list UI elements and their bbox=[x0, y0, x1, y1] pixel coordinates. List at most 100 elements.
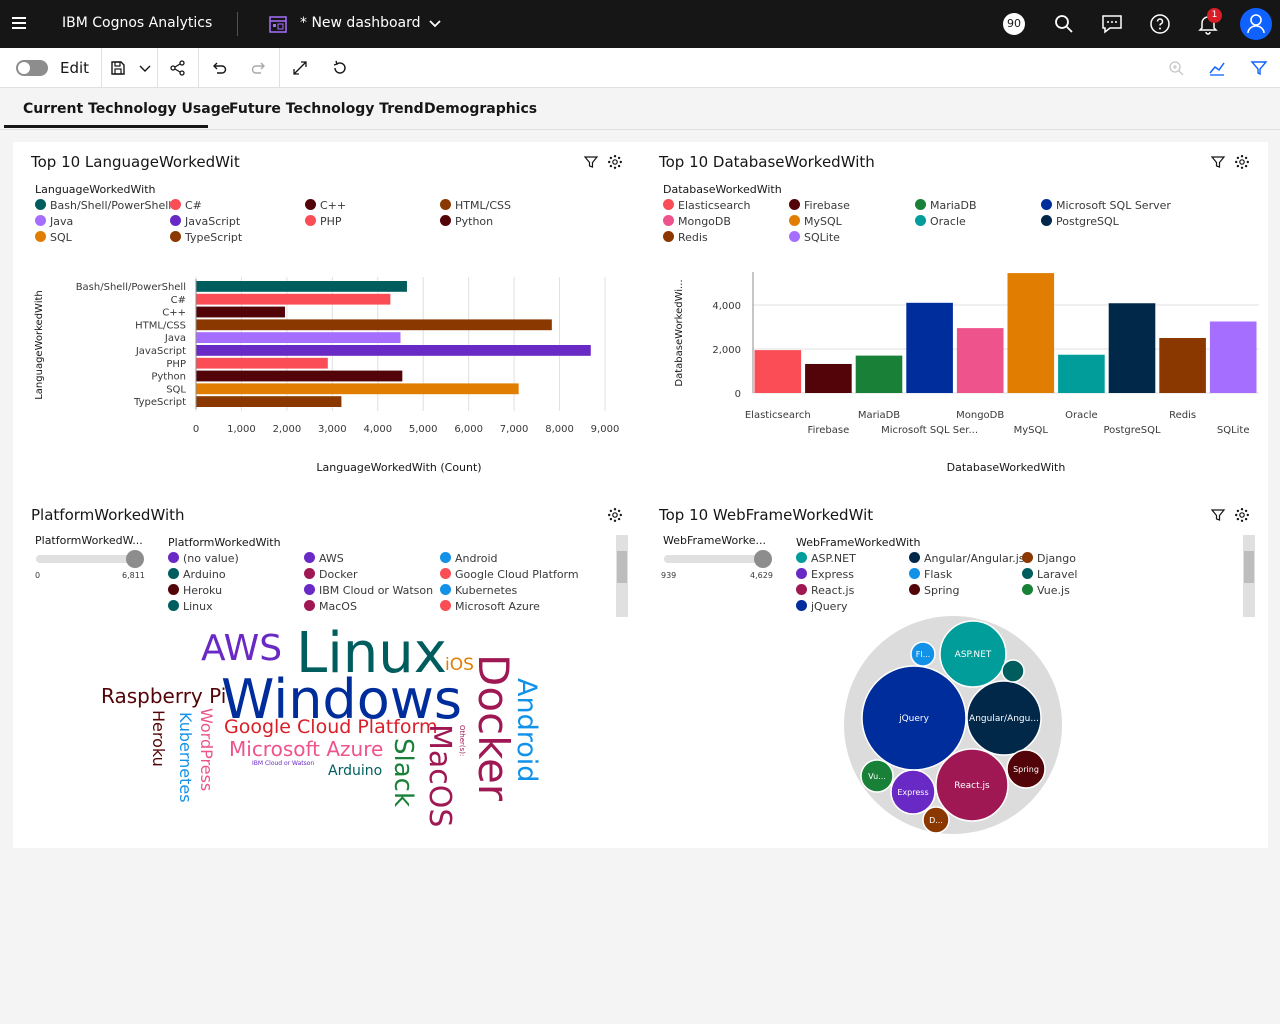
widget-settings-icon[interactable] bbox=[607, 154, 623, 170]
language-legend-item[interactable]: HTML/CSS bbox=[440, 199, 511, 212]
insights-chart-icon[interactable] bbox=[1207, 58, 1227, 78]
count-badge[interactable]: 90 bbox=[1003, 13, 1025, 35]
database-legend-item[interactable]: MariaDB bbox=[915, 199, 977, 212]
legend-swatch bbox=[1022, 552, 1033, 563]
bar bbox=[855, 355, 903, 393]
redo-icon[interactable] bbox=[249, 58, 269, 78]
webframe-legend-item[interactable]: ASP.NET bbox=[796, 552, 856, 565]
filter-icon[interactable] bbox=[1210, 154, 1226, 170]
bubble-label: Angular/Angu... bbox=[969, 714, 1039, 724]
legend-label: Express bbox=[811, 568, 854, 581]
chat-icon[interactable] bbox=[1100, 12, 1124, 36]
database-legend-item[interactable]: SQLite bbox=[789, 231, 840, 244]
legend-label: IBM Cloud or Watson bbox=[319, 584, 434, 597]
database-legend-item[interactable]: Oracle bbox=[915, 215, 966, 228]
filter-icon[interactable] bbox=[1210, 507, 1226, 523]
database-legend-item[interactable]: Microsoft SQL Server bbox=[1041, 199, 1171, 212]
search-icon[interactable] bbox=[1052, 12, 1076, 36]
platform-legend-item[interactable]: Google Cloud Platform bbox=[440, 568, 579, 581]
legend-swatch bbox=[1041, 215, 1052, 226]
platform-legend-item[interactable]: Docker bbox=[304, 568, 358, 581]
help-icon[interactable] bbox=[1148, 12, 1172, 36]
language-legend-item[interactable]: PHP bbox=[305, 215, 342, 228]
language-legend-item[interactable]: TypeScript bbox=[170, 231, 242, 244]
platform-legend-scrollbar[interactable] bbox=[616, 535, 628, 617]
menu-icon[interactable] bbox=[12, 14, 32, 34]
chevron-down-icon[interactable] bbox=[426, 15, 444, 37]
platform-legend-item[interactable]: Android bbox=[440, 552, 498, 565]
bubble-label: React.js bbox=[954, 781, 990, 791]
language-legend-item[interactable]: C++ bbox=[305, 199, 346, 212]
language-bar-chart: 0 1,000 2,000 3,000 4,000 5,000 6,000 7,000 8,00… bbox=[34, 277, 619, 474]
database-legend-item[interactable]: Firebase bbox=[789, 199, 850, 212]
fullscreen-icon[interactable] bbox=[290, 58, 310, 78]
webframe-legend-item[interactable]: Vue.js bbox=[1022, 584, 1070, 597]
x-tick-label: MongoDB bbox=[956, 410, 1004, 421]
x-tick-label: Firebase bbox=[808, 425, 850, 436]
widget-settings-icon[interactable] bbox=[607, 507, 623, 523]
share-icon[interactable] bbox=[168, 58, 188, 78]
webframe-legend-item[interactable]: Express bbox=[796, 568, 854, 581]
zoom-icon[interactable] bbox=[1166, 58, 1186, 78]
legend-swatch bbox=[168, 568, 179, 579]
webframe-legend-item[interactable]: Spring bbox=[909, 584, 960, 597]
tab-demographics[interactable]: Demographics bbox=[424, 101, 537, 117]
widget-settings-icon[interactable] bbox=[1234, 154, 1250, 170]
legend-label: PHP bbox=[320, 215, 342, 228]
legend-swatch bbox=[168, 552, 179, 563]
webframe-legend-title: WebFrameWorkedWith bbox=[796, 536, 921, 549]
language-legend-item[interactable]: C# bbox=[170, 199, 202, 212]
legend-swatch bbox=[663, 215, 674, 226]
webframe-legend-item[interactable]: Flask bbox=[909, 568, 952, 581]
webframe-legend-item[interactable]: Angular/Angular.js bbox=[909, 552, 1025, 565]
save-options-chevron-icon[interactable] bbox=[135, 58, 155, 78]
platform-legend-item[interactable]: (no value) bbox=[168, 552, 239, 565]
dashboard-name[interactable]: * New dashboard bbox=[300, 15, 421, 31]
webframe-legend-item[interactable]: React.js bbox=[796, 584, 854, 597]
language-legend-item[interactable]: Bash/Shell/PowerShell bbox=[35, 199, 171, 212]
platform-legend-item[interactable]: Arduino bbox=[168, 568, 226, 581]
platform-range-slider[interactable] bbox=[36, 555, 140, 563]
platform-legend-item[interactable]: Heroku bbox=[168, 584, 222, 597]
database-legend-title: DatabaseWorkedWith bbox=[663, 183, 782, 196]
database-legend-item[interactable]: Redis bbox=[663, 231, 708, 244]
platform-slider-handle[interactable] bbox=[126, 550, 144, 568]
platform-word-cloud: AWS LinuxiOSDockerAndroidRaspberry PiWind… bbox=[101, 621, 542, 827]
legend-label: Flask bbox=[924, 568, 953, 581]
tab-current-technology-usage[interactable]: Current Technology Usage bbox=[23, 101, 230, 117]
widget-settings-icon[interactable] bbox=[1234, 507, 1250, 523]
x-tick-label: Oracle bbox=[1065, 410, 1098, 421]
dashboard-tabs: Current Technology Usage Future Technolo… bbox=[0, 88, 1280, 130]
bar bbox=[196, 357, 328, 369]
filter-icon[interactable] bbox=[1249, 58, 1269, 78]
legend-swatch bbox=[168, 584, 179, 595]
language-legend-item[interactable]: JavaScript bbox=[170, 215, 240, 228]
platform-legend-item[interactable]: IBM Cloud or Watson bbox=[304, 584, 433, 597]
legend-label: Microsoft SQL Server bbox=[1056, 199, 1171, 212]
reset-icon[interactable] bbox=[330, 58, 350, 78]
database-legend-item[interactable]: PostgreSQL bbox=[1041, 215, 1119, 228]
webframe-legend-scrollbar[interactable] bbox=[1243, 535, 1255, 617]
filter-icon[interactable] bbox=[583, 154, 599, 170]
database-legend-item[interactable]: Elasticsearch bbox=[663, 199, 750, 212]
undo-icon[interactable] bbox=[209, 58, 229, 78]
legend-swatch bbox=[304, 600, 315, 611]
save-icon[interactable] bbox=[108, 58, 128, 78]
database-legend-item[interactable]: MySQL bbox=[789, 215, 842, 228]
legend-swatch bbox=[440, 568, 451, 579]
y-tick-label: C++ bbox=[162, 308, 186, 319]
platform-legend-item[interactable]: Kubernetes bbox=[440, 584, 517, 597]
database-legend-item[interactable]: MongoDB bbox=[663, 215, 731, 228]
platform-legend-item[interactable]: AWS bbox=[304, 552, 344, 565]
legend-swatch bbox=[915, 215, 926, 226]
webframe-legend-item[interactable]: Django bbox=[1022, 552, 1076, 565]
user-avatar[interactable] bbox=[1240, 8, 1272, 40]
language-legend-item[interactable]: Python bbox=[440, 215, 493, 228]
language-legend-item[interactable]: Java bbox=[35, 215, 73, 228]
webframe-legend-item[interactable]: Laravel bbox=[1022, 568, 1077, 581]
edit-mode-toggle[interactable] bbox=[16, 60, 48, 76]
tab-future-technology-trend[interactable]: Future Technology Trend bbox=[229, 101, 424, 117]
webframe-slider-handle[interactable] bbox=[754, 550, 772, 568]
webframe-range-slider[interactable] bbox=[664, 555, 768, 563]
language-legend-item[interactable]: SQL bbox=[35, 231, 72, 244]
